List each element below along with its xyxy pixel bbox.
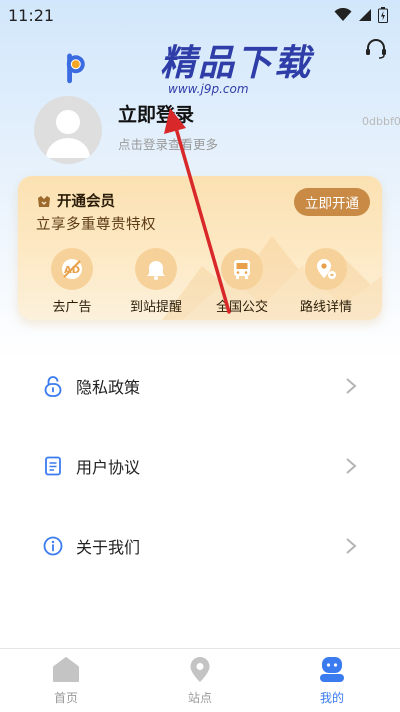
crown-icon (38, 195, 50, 207)
tab-stations[interactable]: 站点 (160, 655, 240, 706)
user-icon (320, 657, 344, 682)
default-avatar-icon (46, 110, 90, 158)
feature-route-details[interactable]: 路线详情 (286, 248, 366, 315)
chevron-right-icon (346, 458, 357, 474)
route-pin-icon (317, 259, 336, 279)
watermark-url-text: www.j9p.com (168, 82, 249, 96)
menu-item-privacy-policy[interactable]: 隐私政策 (0, 356, 400, 416)
feature-label: 去广告 (52, 300, 92, 315)
vip-title: 开通会员 (57, 194, 115, 210)
tab-mine[interactable]: 我的 (292, 655, 372, 706)
status-icons (334, 7, 388, 23)
bus-icon (234, 260, 250, 279)
bottom-nav: 首页 站点 我的 (0, 648, 400, 712)
menu-item-label: 用户协议 (76, 458, 141, 477)
chevron-right-icon (346, 378, 357, 394)
vip-subtitle: 立享多重尊贵特权 (36, 217, 156, 233)
status-bar: 11:21 (0, 0, 400, 30)
login-title[interactable]: 立即登录 (118, 100, 194, 127)
tab-label: 首页 (53, 691, 78, 705)
feature-arrival-reminder[interactable]: 到站提醒 (116, 248, 196, 315)
chevron-right-icon (346, 538, 357, 554)
menu-item-label: 关于我们 (76, 538, 141, 557)
feature-label: 到站提醒 (129, 300, 182, 315)
signal-icon (359, 9, 371, 21)
feature-label: 路线详情 (299, 300, 352, 315)
document-icon (45, 456, 61, 476)
login-subtitle: 点击登录查看更多 (118, 137, 219, 152)
menu-item-about-us[interactable]: 关于我们 (0, 516, 400, 576)
user-id: 0dbbf0 (362, 115, 400, 128)
feature-label: 全国公交 (215, 300, 268, 315)
info-icon (43, 536, 63, 556)
feature-national-bus[interactable]: 全国公交 (202, 248, 282, 315)
vip-card: 开通会员 立享多重尊贵特权 立即开通 AD 去广告 到站提醒 全国公交 路线详情 (18, 176, 382, 320)
tab-label: 我的 (319, 691, 344, 705)
headset-icon[interactable] (363, 36, 389, 62)
tab-label: 站点 (187, 691, 212, 705)
vip-title-row: 开通会员 (36, 190, 115, 211)
tab-home[interactable]: 首页 (26, 655, 106, 706)
menu-item-label: 隐私政策 (76, 378, 141, 397)
lock-icon (44, 376, 62, 397)
watermark-brand-text: 精品下载 (160, 43, 313, 84)
menu-item-user-agreement[interactable]: 用户协议 (0, 436, 400, 496)
avatar[interactable] (34, 96, 102, 164)
bell-icon (147, 261, 165, 280)
wifi-icon (334, 8, 352, 21)
location-pin-icon (190, 657, 210, 682)
battery-icon (378, 7, 388, 23)
status-time: 11:21 (8, 5, 55, 25)
open-vip-button[interactable]: 立即开通 (294, 188, 370, 216)
feature-no-ads[interactable]: AD 去广告 (32, 248, 112, 315)
home-icon (53, 657, 79, 682)
no-ads-icon: AD (62, 259, 82, 279)
